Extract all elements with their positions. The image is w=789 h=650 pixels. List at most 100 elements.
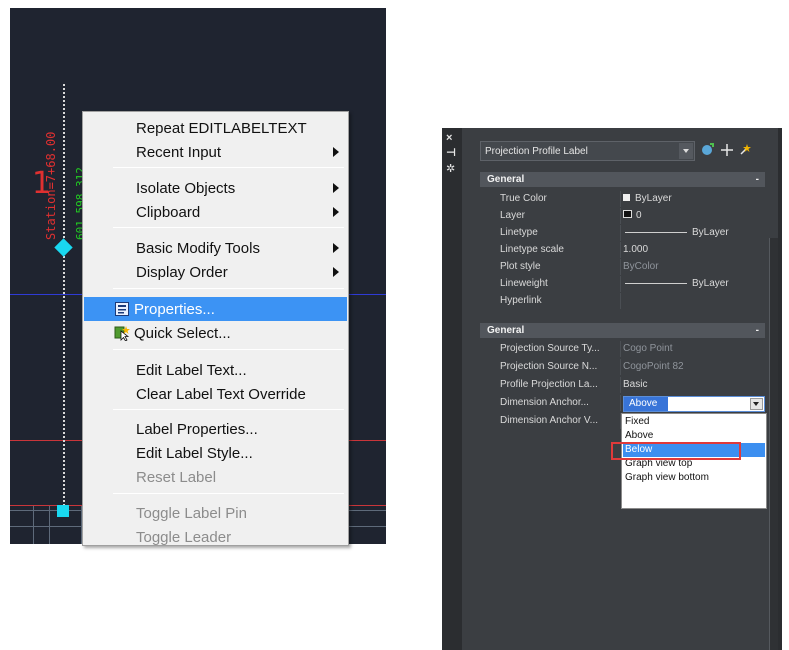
lineweight-sample-icon	[625, 282, 687, 284]
property-name: True Color	[500, 193, 547, 204]
column-divider	[620, 276, 621, 292]
menu-item-reset-label: Reset Label	[84, 465, 347, 489]
layer-swatch-icon	[623, 210, 632, 219]
menu-item-properties[interactable]: Properties...	[84, 297, 347, 321]
menu-item-label: Recent Input	[136, 143, 222, 161]
chevron-down-icon[interactable]	[750, 398, 763, 410]
menu-item-toggle-leader: Toggle Leader	[84, 525, 347, 549]
property-value: ByColor	[623, 261, 659, 272]
menu-item-clipboard[interactable]: Clipboard	[84, 200, 347, 224]
palette-edge	[778, 128, 782, 650]
property-value: 0	[623, 208, 765, 224]
menu-item-label: Basic Modify Tools	[136, 239, 260, 257]
submenu-arrow-icon	[333, 183, 339, 193]
menu-item-display-order[interactable]: Display Order	[84, 260, 347, 284]
context-menu: Repeat EDITLABELTEXT Recent Input Isolat…	[82, 111, 349, 546]
property-row-projection-source-type[interactable]: Projection Source Ty... Cogo Point	[480, 341, 765, 357]
label-grip-square[interactable]	[57, 505, 69, 517]
palette-settings-icon[interactable]: ✲	[446, 163, 455, 175]
category-title: General	[487, 325, 525, 336]
column-divider	[620, 377, 621, 393]
submenu-arrow-icon	[333, 243, 339, 253]
menu-item-label: Edit Label Style...	[136, 444, 253, 462]
menu-item-toggle-label-pin: Toggle Label Pin	[84, 501, 347, 525]
menu-item-label: Isolate Objects	[136, 179, 236, 197]
grid-line	[33, 506, 34, 544]
chevron-down-icon[interactable]	[679, 143, 693, 159]
dropdown-current-value: Above	[629, 398, 658, 409]
property-name: Hyperlink	[500, 295, 542, 306]
property-name: Lineweight	[500, 278, 548, 289]
menu-item-clear-label-text-override[interactable]: Clear Label Text Override	[84, 382, 347, 406]
dropdown-option-above[interactable]: Above	[623, 429, 765, 443]
menu-item-label: Repeat EDITLABELTEXT	[136, 119, 307, 137]
menu-item-recent-input[interactable]: Recent Input	[84, 140, 347, 164]
station-label[interactable]: Station=7+68.00	[44, 132, 58, 240]
property-name: Layer	[500, 210, 526, 221]
object-type-dropdown[interactable]: Projection Profile Label	[480, 141, 695, 161]
property-name: Plot style	[500, 261, 541, 272]
property-value-text: 0	[636, 210, 642, 221]
submenu-arrow-icon	[333, 147, 339, 157]
menu-item-label: Reset Label	[136, 468, 217, 486]
property-row-layer[interactable]: Layer 0	[480, 208, 765, 224]
column-divider	[620, 341, 621, 357]
menu-item-edit-label-text[interactable]: Edit Label Text...	[84, 358, 347, 382]
menu-item-label: Properties...	[134, 300, 215, 318]
column-divider	[620, 225, 621, 241]
label-grip-diamond[interactable]	[54, 238, 73, 257]
column-divider	[620, 395, 621, 411]
property-row-projection-source-name[interactable]: Projection Source N... CogoPoint 82	[480, 359, 765, 375]
close-icon[interactable]: ×	[446, 132, 452, 144]
menu-item-label: Clear Label Text Override	[136, 385, 306, 403]
dropdown-option-fixed[interactable]: Fixed	[623, 415, 765, 429]
menu-separator	[113, 167, 344, 168]
submenu-arrow-icon	[333, 207, 339, 217]
property-row-hyperlink[interactable]: Hyperlink	[480, 293, 765, 309]
submenu-arrow-icon	[333, 267, 339, 277]
property-row-linetype[interactable]: Linetype ByLayer	[480, 225, 765, 241]
menu-item-label-properties[interactable]: Label Properties...	[84, 417, 347, 441]
property-value: ByLayer	[623, 225, 765, 241]
category-header-general[interactable]: General -	[480, 172, 765, 187]
palette-title-strip: × ⊣ ✲	[442, 128, 462, 650]
menu-item-label: Clipboard	[136, 203, 201, 221]
property-row-true-color[interactable]: True Color ByLayer	[480, 191, 765, 207]
menu-item-label: Quick Select...	[134, 324, 231, 342]
property-row-profile-projection-label[interactable]: Profile Projection La... Basic	[480, 377, 765, 393]
property-name: Projection Source Ty...	[500, 343, 600, 354]
property-value: Basic	[623, 379, 648, 390]
column-divider	[620, 191, 621, 207]
menu-item-label: Display Order	[136, 263, 228, 281]
menu-item-basic-modify-tools[interactable]: Basic Modify Tools	[84, 236, 347, 260]
menu-separator	[113, 227, 344, 228]
property-row-lineweight[interactable]: Lineweight ByLayer	[480, 276, 765, 292]
properties-palette: × ⊣ ✲ Projection Profile Label General -…	[442, 128, 782, 650]
dropdown-options-list: Fixed Above Below Graph view top Graph v…	[621, 413, 767, 509]
menu-item-label: Toggle Leader	[136, 528, 232, 546]
menu-item-repeat-editlabeltext[interactable]: Repeat EDITLABELTEXT	[84, 116, 347, 140]
quick-select-icon	[114, 326, 130, 341]
pickadd-icon[interactable]	[719, 142, 735, 158]
quick-select-icon[interactable]	[738, 142, 754, 158]
menu-separator	[113, 288, 344, 289]
dropdown-option-graph-view-bottom[interactable]: Graph view bottom	[623, 471, 765, 485]
collapse-icon[interactable]: -	[756, 172, 759, 187]
menu-item-isolate-objects[interactable]: Isolate Objects	[84, 176, 347, 200]
property-name: Dimension Anchor V...	[500, 415, 599, 426]
object-type-value: Projection Profile Label	[485, 145, 588, 157]
autohide-icon[interactable]: ⊣	[446, 147, 456, 159]
property-row-linetype-scale[interactable]: Linetype scale 1.000	[480, 242, 765, 258]
collapse-icon[interactable]: -	[756, 323, 759, 338]
select-objects-icon[interactable]	[700, 142, 716, 158]
category-header-general[interactable]: General -	[480, 323, 765, 338]
menu-item-label: Edit Label Text...	[136, 361, 247, 379]
property-value-text: ByLayer	[635, 193, 672, 204]
column-divider	[620, 208, 621, 224]
dimension-anchor-dropdown[interactable]: Above	[623, 396, 765, 412]
menu-item-quick-select[interactable]: Quick Select...	[84, 321, 347, 345]
menu-item-edit-label-style[interactable]: Edit Label Style...	[84, 441, 347, 465]
column-divider	[620, 293, 621, 309]
color-swatch-icon	[623, 193, 630, 201]
property-row-plot-style[interactable]: Plot style ByColor	[480, 259, 765, 275]
